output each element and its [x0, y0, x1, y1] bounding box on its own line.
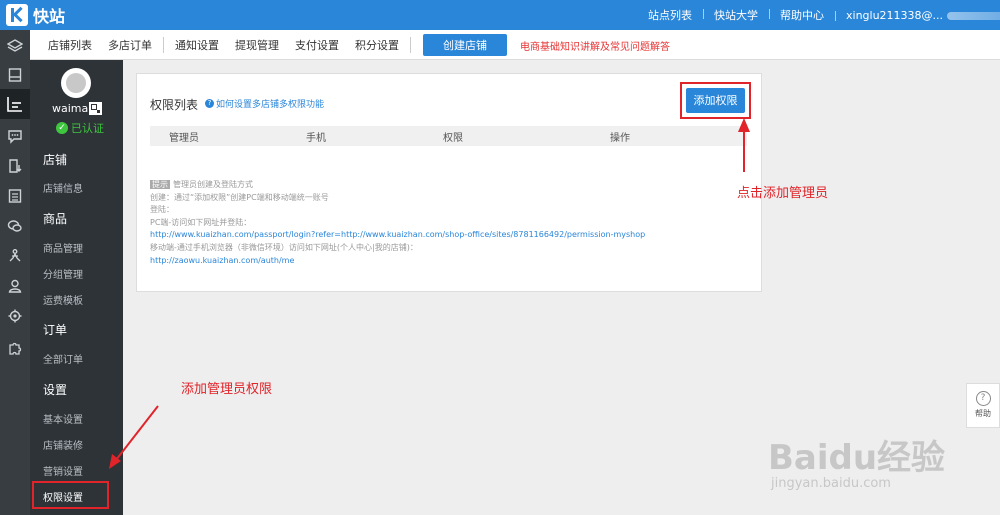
baidu-watermark: Baidu经验 jingyan.baidu.com	[768, 430, 946, 491]
help-widget-label: 帮助	[975, 409, 991, 418]
question-icon: ?	[975, 391, 991, 406]
arrow-to-add-button	[738, 118, 750, 172]
floating-help-widget[interactable]: ? 帮助	[966, 383, 1000, 428]
annotation-click-add-admin: 点击添加管理员	[737, 186, 829, 201]
watermark-brand: Baidu经验	[768, 438, 946, 478]
arrow-to-permission-settings	[109, 405, 159, 469]
annotation-add-admin-permission: 添加管理员权限	[181, 382, 273, 397]
watermark-domain: jingyan.baidu.com	[771, 476, 891, 491]
